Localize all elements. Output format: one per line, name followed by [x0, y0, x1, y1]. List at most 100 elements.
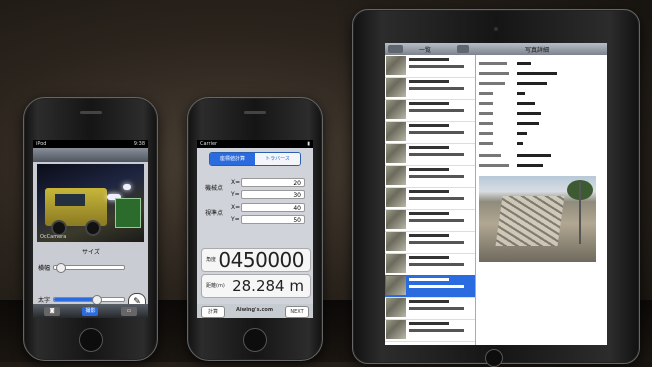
line [409, 168, 449, 171]
distance-unit: m [289, 277, 304, 295]
list-item-selected[interactable] [385, 275, 475, 298]
line [409, 80, 449, 83]
status-bar: Carrier ▮ [197, 140, 313, 148]
line [409, 124, 449, 127]
width-slider[interactable] [53, 263, 125, 273]
line [409, 65, 464, 68]
record-list [385, 55, 475, 345]
status-time: 9:38 [133, 141, 145, 147]
list-item[interactable] [385, 209, 475, 232]
line [409, 175, 464, 178]
list-item[interactable] [385, 187, 475, 210]
thumbnail [386, 100, 406, 119]
detail-row [477, 121, 605, 127]
line [409, 278, 449, 281]
next-button[interactable]: NEXT [285, 306, 309, 318]
list-item[interactable] [385, 231, 475, 254]
status-bar: iPod 9:38 [33, 140, 148, 148]
list-item[interactable] [385, 99, 475, 122]
thumbnail [386, 56, 406, 75]
field-label [479, 112, 493, 115]
field-label [479, 62, 507, 65]
list-title: 一覧 [419, 47, 432, 54]
machine-x-input[interactable]: 20 [241, 178, 305, 187]
field-value [517, 112, 541, 115]
line [409, 131, 464, 134]
mode-segmented-control: 座標値計算 トラバース [209, 152, 301, 166]
field-value [517, 62, 531, 65]
field-label [479, 72, 509, 75]
list-item[interactable] [385, 253, 475, 276]
calculate-button[interactable]: 計算 [201, 306, 225, 318]
bold-slider[interactable] [53, 295, 125, 305]
line [409, 153, 464, 156]
angle-result: 角度 0450000 [201, 248, 311, 272]
home-button[interactable] [243, 328, 267, 352]
brand-label: Aiwing's.com [236, 307, 274, 313]
machine-x-row: X= 20 [231, 178, 309, 188]
truck-cab [55, 194, 85, 206]
machine-y-input[interactable]: 30 [241, 190, 305, 199]
detail-row [477, 61, 605, 67]
thumbnail [386, 276, 406, 295]
field-value [517, 72, 557, 75]
thumbnail [386, 166, 406, 185]
tab-coordinate-calc[interactable]: 座標値計算 [210, 153, 255, 165]
camera-preview[interactable]: OcCamera [37, 164, 144, 242]
edit-button[interactable] [457, 45, 469, 53]
list-item[interactable] [385, 55, 475, 78]
line [409, 212, 449, 215]
angle-value: 0450000 [218, 248, 304, 272]
field-label [479, 82, 505, 85]
field-key: X= [231, 179, 241, 186]
field-label [479, 164, 509, 167]
line [409, 263, 464, 266]
machine-y-row: Y= 30 [231, 190, 309, 200]
site-photo[interactable] [479, 176, 596, 262]
back-button[interactable] [388, 45, 403, 53]
distance-number: 28.284 [232, 277, 285, 295]
line [409, 285, 464, 288]
line [409, 234, 449, 237]
line [409, 197, 464, 200]
thumbnail [386, 254, 406, 273]
minimap[interactable] [115, 198, 141, 228]
field-label [479, 92, 493, 95]
width-slider-knob[interactable] [56, 263, 66, 273]
home-button[interactable] [78, 328, 103, 352]
gallery-icon[interactable]: ▭ [120, 306, 137, 316]
sight-x-input[interactable]: 40 [241, 203, 305, 212]
field-key: X= [231, 204, 241, 211]
field-key: Y= [231, 191, 240, 198]
tab-capture[interactable]: 撮影 [82, 306, 99, 316]
list-item[interactable] [385, 297, 475, 320]
list-item[interactable] [385, 165, 475, 188]
iphone-survey-calculator: Carrier ▮ 座標値計算 トラバース 機械点 視準点 X= 20 Y= 3… [187, 97, 323, 361]
ipad-photo-records: 一覧 写真詳細 [352, 9, 640, 367]
line [409, 109, 464, 112]
detail-title: 写真詳細 [525, 47, 550, 54]
field-value [517, 102, 535, 105]
detail-row [477, 101, 605, 107]
list-item[interactable] [385, 319, 475, 342]
tab-traverse[interactable]: トラバース [255, 153, 300, 165]
field-value [517, 142, 523, 145]
sight-y-input[interactable]: 50 [241, 215, 305, 224]
line [409, 329, 464, 332]
width-label: 横幅 [38, 265, 51, 272]
detail-row [477, 71, 605, 77]
list-item[interactable] [385, 77, 475, 100]
status-carrier: Carrier [200, 141, 218, 147]
distance-label: 距離(m) [206, 283, 225, 289]
home-button[interactable] [485, 349, 503, 367]
angle-label: 角度 [206, 257, 217, 263]
list-item[interactable] [385, 143, 475, 166]
list-item[interactable] [385, 121, 475, 144]
field-key: Y= [231, 216, 240, 223]
pole [579, 182, 581, 244]
bold-label: 太字 [38, 297, 51, 304]
sight-y-row: Y= 50 [231, 215, 309, 225]
field-value [517, 132, 527, 135]
camera-icon[interactable]: ◙ [44, 306, 61, 316]
thumbnail [386, 232, 406, 251]
